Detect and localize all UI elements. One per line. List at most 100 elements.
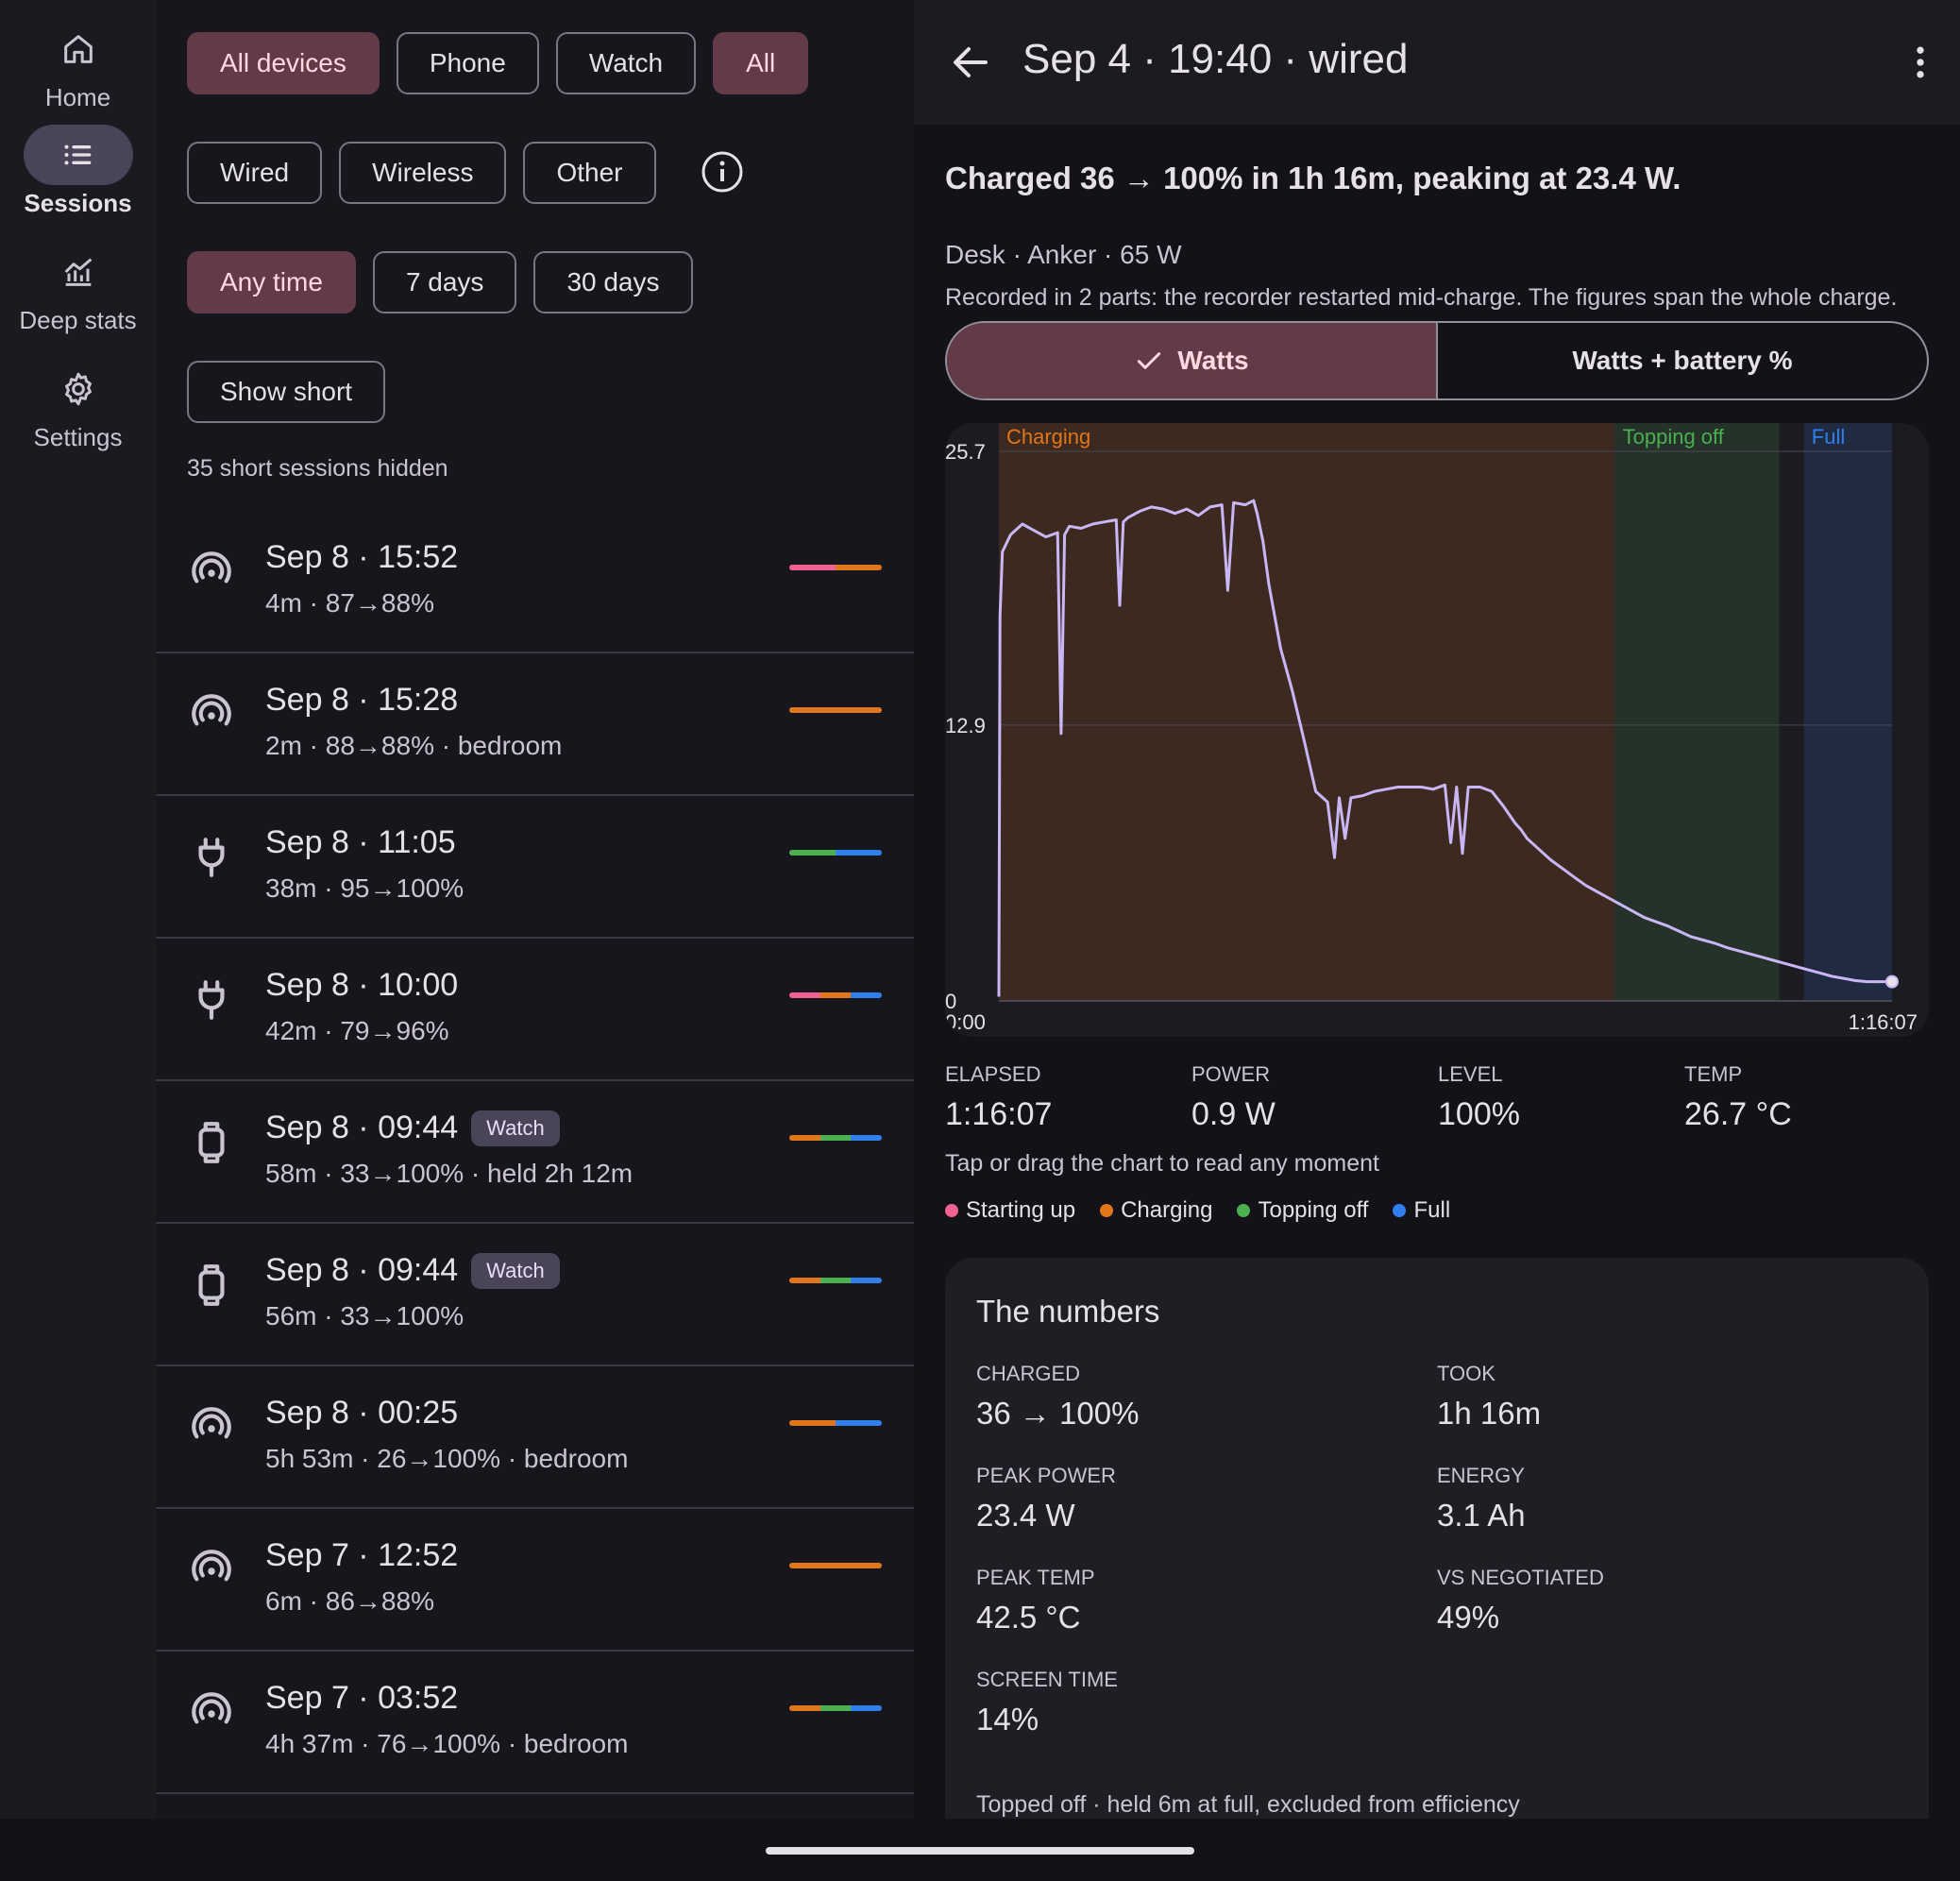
readout-elapsed-value: 1:16:07 bbox=[945, 1096, 1053, 1132]
hidden-sessions-note: 35 short sessions hidden bbox=[187, 455, 448, 482]
chip-all-devices[interactable]: All devices bbox=[187, 32, 380, 94]
session-row[interactable] bbox=[156, 1794, 914, 1819]
readout-power-value: 0.9 W bbox=[1191, 1096, 1276, 1132]
chip-watch[interactable]: Watch bbox=[555, 32, 697, 94]
wireless-icon bbox=[188, 691, 235, 738]
charger-meta: Desk · Anker · 65 W bbox=[945, 240, 1182, 269]
time-filter-row: Any time 7 days 30 days bbox=[187, 251, 693, 314]
phase-bar bbox=[789, 992, 882, 998]
phase-bar bbox=[789, 1135, 882, 1141]
phase-bar bbox=[789, 707, 882, 713]
x-tick-label: 1:16:07 bbox=[1849, 1010, 1918, 1034]
session-title: Sep 7 · 12:52 bbox=[265, 1537, 459, 1573]
session-row[interactable]: Sep 8 · 09:44 Watch 56m · 33→100% bbox=[156, 1224, 914, 1366]
chip-any-time[interactable]: Any time bbox=[187, 251, 356, 314]
phase-segment bbox=[789, 565, 836, 570]
show-short-button[interactable]: Show short bbox=[187, 361, 386, 423]
readout-level-value: 100% bbox=[1438, 1096, 1520, 1132]
legend-starting-up: Starting up bbox=[945, 1197, 1075, 1224]
chart-mode-toggle: Watts Watts + battery % bbox=[945, 321, 1929, 400]
phase-bar bbox=[789, 1420, 882, 1426]
power-chart-card[interactable]: Charging Topping off Full 25.7 12.9 0 0:00 1:16… bbox=[945, 423, 1929, 1037]
phase-segment bbox=[789, 992, 820, 998]
rail-label-sessions: Sessions bbox=[24, 189, 132, 217]
session-title: Sep 8 · 09:44 bbox=[265, 1252, 459, 1288]
phase-segment bbox=[789, 1135, 820, 1141]
chip-all[interactable]: All bbox=[713, 32, 809, 94]
list-icon bbox=[23, 125, 133, 185]
more-vert-icon[interactable] bbox=[1900, 42, 1941, 88]
phase-segment bbox=[819, 1705, 852, 1711]
session-title: Sep 7 · 03:52 bbox=[265, 1680, 459, 1716]
rail-sessions[interactable]: Sessions bbox=[0, 125, 156, 218]
gesture-handle[interactable] bbox=[766, 1847, 1194, 1855]
session-row[interactable]: Sep 8 · 11:05 38m · 95→100% bbox=[156, 796, 914, 939]
session-subtitle: 4m · 87→88% bbox=[265, 588, 434, 618]
phase-segment bbox=[789, 850, 836, 856]
session-row[interactable]: Sep 8 · 10:00 42m · 79→96% bbox=[156, 939, 914, 1081]
chip-other[interactable]: Other bbox=[523, 142, 656, 204]
device-filter-row: All devices Phone Watch All bbox=[187, 32, 809, 94]
stat-took: TOOK 1h 16m bbox=[1437, 1362, 1542, 1431]
phase-segment bbox=[851, 992, 882, 998]
readout-temp-label: TEMP bbox=[1684, 1062, 1743, 1086]
session-row[interactable]: Sep 8 · 00:25 5h 53m · 26→100% · bedroom bbox=[156, 1366, 914, 1509]
session-subtitle: 38m · 95→100% bbox=[265, 873, 465, 903]
rail-home[interactable]: Home bbox=[0, 19, 156, 112]
info-icon[interactable] bbox=[694, 144, 751, 200]
seg-watts-label: Watts bbox=[1177, 346, 1249, 375]
chart-icon bbox=[24, 242, 133, 302]
session-title: Sep 8 · 15:52 bbox=[265, 539, 459, 575]
session-row[interactable]: Sep 8 · 15:28 2m · 88→88% · bedroom bbox=[156, 653, 914, 796]
session-row[interactable]: Sep 8 · 15:52 4m · 87→88% bbox=[156, 511, 914, 653]
rail-label-settings: Settings bbox=[33, 423, 123, 451]
stat-screen-time: SCREEN TIME 14% bbox=[976, 1668, 1118, 1737]
end-point-marker bbox=[1885, 974, 1899, 989]
seg-watts-battery-button[interactable]: Watts + battery % bbox=[1438, 323, 1927, 398]
phase-segment bbox=[819, 1135, 852, 1141]
phase-bar bbox=[789, 1705, 882, 1711]
session-subtitle: 56m · 33→100% bbox=[265, 1301, 465, 1330]
session-title: Sep 8 · 15:28 bbox=[265, 682, 459, 718]
phase-segment bbox=[836, 1420, 882, 1426]
back-arrow-icon[interactable] bbox=[948, 40, 993, 90]
chip-phone[interactable]: Phone bbox=[396, 32, 539, 94]
session-list-pane: All devices Phone Watch All Wired Wirele… bbox=[156, 0, 914, 1819]
chip-wired[interactable]: Wired bbox=[187, 142, 323, 204]
stat-energy: ENERGY 3.1 Ah bbox=[1437, 1464, 1526, 1533]
rail-label-home: Home bbox=[44, 83, 111, 111]
power-chart[interactable]: Charging Topping off Full25.712.900:00 1:16… bbox=[945, 423, 1929, 1037]
phase-segment bbox=[789, 1278, 820, 1283]
device-badge: Watch bbox=[471, 1252, 560, 1289]
chip-7-days[interactable]: 7 days bbox=[372, 251, 517, 314]
phase-segment bbox=[851, 1705, 882, 1711]
phase-band-charging bbox=[999, 423, 1615, 1001]
watch-icon bbox=[188, 1262, 235, 1309]
rail-settings[interactable]: Settings bbox=[0, 359, 156, 452]
session-title: Sep 8 · 11:05 bbox=[265, 824, 456, 860]
detail-top-bar: Sep 4 · 19:40 · wired bbox=[914, 0, 1960, 125]
chart-readouts: ELAPSED 1:16:07 POWER 0.9 W LEVEL 100% TEMP… bbox=[945, 1062, 1929, 1138]
session-subtitle: 2m · 88→88% · bedroom bbox=[265, 731, 563, 760]
session-subtitle: 4h 37m · 76→100% · bedroom bbox=[265, 1729, 629, 1758]
stat-peak-temp: PEAK TEMP 42.5 °C bbox=[976, 1566, 1095, 1635]
recording-note: Recorded in 2 parts: the recorder restar… bbox=[945, 284, 1898, 311]
type-filter-row: Wired Wireless Other bbox=[187, 142, 656, 204]
watch-icon bbox=[188, 1119, 235, 1166]
phase-segment bbox=[789, 1420, 836, 1426]
seg-watts-button[interactable]: Watts bbox=[947, 323, 1438, 398]
rail-deep-stats[interactable]: Deep stats bbox=[0, 242, 156, 335]
numbers-title: The numbers bbox=[976, 1294, 1160, 1329]
session-row[interactable]: Sep 7 · 03:52 4h 37m · 76→100% · bedroom bbox=[156, 1652, 914, 1794]
readout-power-label: POWER bbox=[1191, 1062, 1271, 1086]
home-icon bbox=[24, 19, 133, 79]
session-detail-pane: Sep 4 · 19:40 · wired Charged 36 → 100% … bbox=[914, 0, 1960, 1819]
session-row[interactable]: Sep 8 · 09:44 Watch 58m · 33→100% · held 2… bbox=[156, 1081, 914, 1224]
chip-30-days[interactable]: 30 days bbox=[533, 251, 693, 314]
stat-vs-negotiated: VS NEGOTIATED 49% bbox=[1437, 1566, 1604, 1635]
session-row[interactable]: Sep 7 · 12:52 6m · 86→88% bbox=[156, 1509, 914, 1652]
phase-band-full bbox=[1803, 423, 1892, 1001]
chip-wireless[interactable]: Wireless bbox=[339, 142, 507, 204]
phase-label-full: Full bbox=[1812, 425, 1845, 449]
rail-label-deep-stats: Deep stats bbox=[19, 306, 137, 334]
